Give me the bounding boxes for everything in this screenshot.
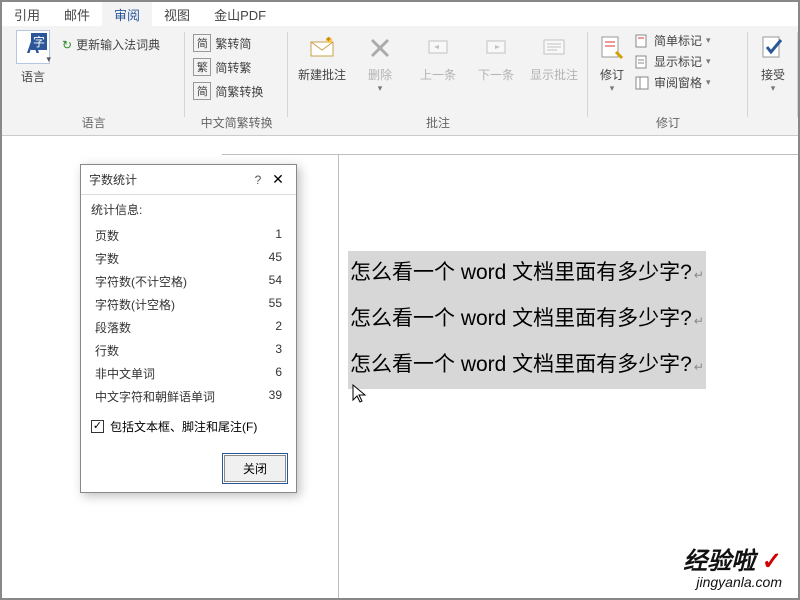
group-label-language: 语言 <box>10 112 177 133</box>
tab-wps-pdf[interactable]: 金山PDF <box>202 2 278 26</box>
tab-review[interactable]: 审阅 <box>102 2 152 26</box>
chevron-down-icon: ▾ <box>46 54 51 65</box>
group-tracking: 修订▾ 简单标记 ▾ 显示标记 ▾ 审阅窗格 ▾ <box>588 26 748 135</box>
group-comments: ✦ 新建批注 删除▾ 上一条 下一条 <box>288 26 588 135</box>
markup-mode-dropdown[interactable]: 简单标记 ▾ <box>634 32 744 49</box>
tab-mail[interactable]: 邮件 <box>52 2 102 26</box>
track-changes-button[interactable]: 修订▾ <box>596 30 628 94</box>
convert-icon: 简 <box>193 82 211 100</box>
pane-icon <box>634 75 650 91</box>
svg-text:✦: ✦ <box>325 35 332 44</box>
next-icon <box>480 32 512 64</box>
stats-table: 页数1 字数45 字符数(不计空格)54 字符数(计空格)55 段落数2 行数3… <box>91 224 286 408</box>
markup-icon <box>634 33 650 49</box>
new-comment-icon: ✦ <box>306 32 338 64</box>
include-textboxes-checkbox[interactable]: ✓ 包括文本框、脚注和尾注(F) <box>91 418 286 435</box>
tab-references[interactable]: 引用 <box>2 2 52 26</box>
selected-text[interactable]: 怎么看一个 word 文档里面有多少字?↵ 怎么看一个 word 文档里面有多少… <box>348 251 706 389</box>
dialog-title: 字数统计 <box>89 171 248 188</box>
page-edge <box>222 154 798 155</box>
simp-to-trad-button[interactable]: 繁简转繁 <box>193 58 263 76</box>
next-comment-button: 下一条 <box>470 30 522 83</box>
traditional-icon: 繁 <box>193 58 211 76</box>
close-button[interactable]: ✕ <box>268 171 288 188</box>
accept-button[interactable]: 接受▾ <box>756 30 790 94</box>
language-button[interactable]: A字 ▾ <box>16 30 50 64</box>
chevron-down-icon: ▾ <box>706 56 711 67</box>
page-edge <box>338 155 339 598</box>
convert-button[interactable]: 简简繁转换 <box>193 82 263 100</box>
language-label: 语言 <box>21 68 45 85</box>
chevron-down-icon: ▾ <box>706 35 711 46</box>
tab-strip: 引用 邮件 审阅 视图 金山PDF <box>2 2 798 26</box>
checkbox-icon: ✓ <box>91 420 104 433</box>
stats-header: 统计信息: <box>91 201 286 218</box>
reviewing-pane-dropdown[interactable]: 审阅窗格 ▾ <box>634 74 744 91</box>
group-label-conversion: 中文简繁转换 <box>193 112 280 133</box>
dialog-close-button[interactable]: 关闭 <box>224 455 286 482</box>
help-button[interactable]: ? <box>248 173 268 187</box>
track-icon <box>596 32 628 64</box>
group-label-comments: 批注 <box>296 112 580 133</box>
accept-icon <box>757 32 789 64</box>
group-language: A字 ▾ 语言 ↻ 更新输入法词典 语言 <box>2 26 185 135</box>
show-markup-dropdown[interactable]: 显示标记 ▾ <box>634 53 744 70</box>
refresh-icon: ↻ <box>62 38 72 52</box>
prev-comment-button: 上一条 <box>412 30 464 83</box>
watermark: 经验啦 ✓ jingyanla.com <box>683 541 782 590</box>
new-comment-button[interactable]: ✦ 新建批注 <box>296 30 348 83</box>
word-count-dialog: 字数统计 ? ✕ 统计信息: 页数1 字数45 字符数(不计空格)54 字符数(… <box>80 164 297 493</box>
show-markup-icon <box>634 54 650 70</box>
tab-view[interactable]: 视图 <box>152 2 202 26</box>
group-accept: 接受▾ <box>748 26 798 135</box>
delete-icon <box>364 32 396 64</box>
ribbon: A字 ▾ 语言 ↻ 更新输入法词典 语言 简繁转简 繁简转繁 简简繁转换 中文简… <box>2 26 798 136</box>
check-icon: ✓ <box>762 548 782 575</box>
trad-to-simp-button[interactable]: 简繁转简 <box>193 34 263 52</box>
show-comments-button: 显示批注 <box>528 30 580 83</box>
group-label-tracking: 修订 <box>596 112 740 133</box>
cursor-icon <box>352 384 368 404</box>
group-conversion: 简繁转简 繁简转繁 简简繁转换 中文简繁转换 <box>185 26 288 135</box>
simplified-icon: 简 <box>193 34 211 52</box>
show-comments-icon <box>538 32 570 64</box>
delete-comment-button: 删除▾ <box>354 30 406 94</box>
chevron-down-icon: ▾ <box>706 77 711 88</box>
update-ime-dict-button[interactable]: ↻ 更新输入法词典 <box>62 30 160 53</box>
prev-icon <box>422 32 454 64</box>
